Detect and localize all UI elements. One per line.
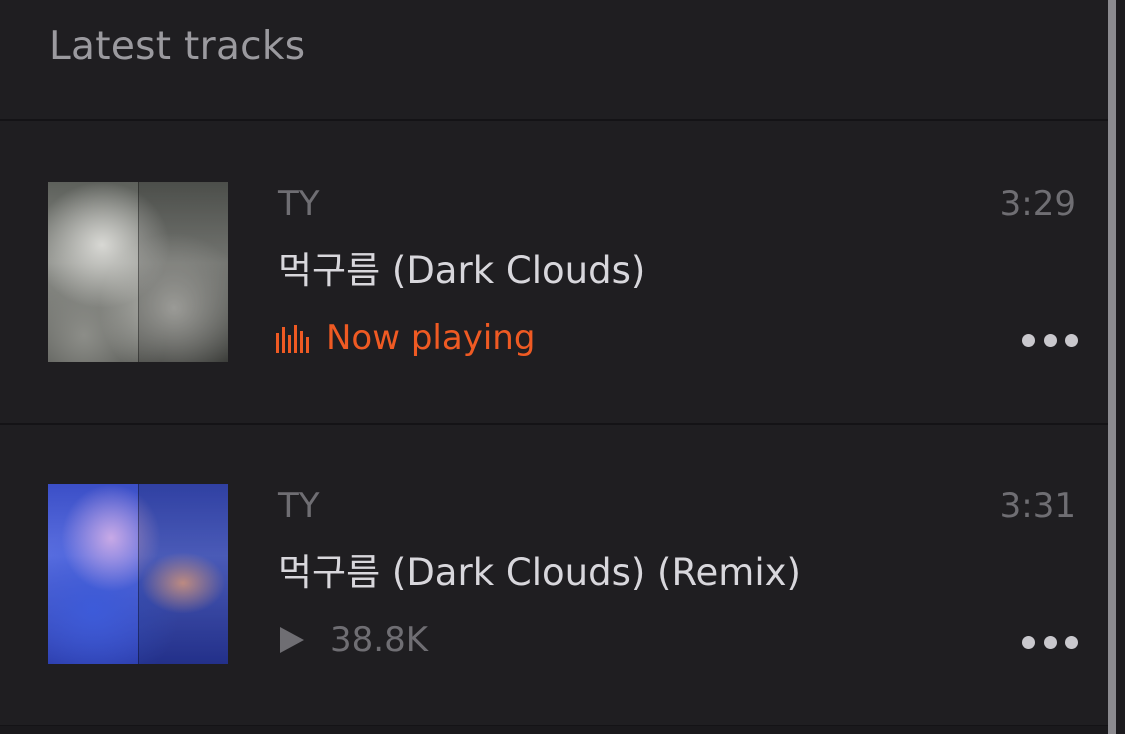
- track-row[interactable]: TY 3:31 먹구름 (Dark Clouds) (Remix) 38.8K: [0, 424, 1108, 727]
- track-artwork[interactable]: [48, 484, 228, 664]
- track-artist[interactable]: TY: [278, 486, 320, 526]
- track-title[interactable]: 먹구름 (Dark Clouds): [278, 240, 645, 294]
- now-playing-status: Now playing: [276, 318, 535, 358]
- track-row[interactable]: TY 3:29 먹구름 (Dark Clouds) Now playing: [0, 122, 1108, 425]
- more-options-dot: [1022, 333, 1035, 347]
- equalizer-icon: [276, 325, 309, 353]
- track-artist[interactable]: TY: [278, 184, 320, 224]
- track-duration: 3:31: [999, 486, 1076, 526]
- more-options-dot: [1022, 635, 1035, 649]
- track-duration: 3:29: [999, 184, 1076, 224]
- artwork-split-overlay: [138, 182, 228, 362]
- latest-tracks-screen: Latest tracks TY 3:29 먹구름 (Dark Clouds) …: [0, 0, 1125, 734]
- track-artwork[interactable]: [48, 182, 228, 362]
- now-playing-label: Now playing: [326, 318, 536, 358]
- play-count: 38.8K: [276, 620, 428, 660]
- scrollbar-thumb[interactable]: [1108, 0, 1116, 734]
- more-options-button[interactable]: [1022, 328, 1078, 352]
- artwork-split-overlay: [138, 484, 228, 664]
- more-options-dot: [1043, 635, 1057, 649]
- more-options-button[interactable]: [1022, 630, 1078, 654]
- bottom-divider: [0, 726, 1108, 734]
- play-icon: [280, 627, 304, 653]
- section-title: Latest tracks: [49, 24, 306, 69]
- more-options-dot: [1065, 635, 1078, 649]
- track-title[interactable]: 먹구름 (Dark Clouds) (Remix): [278, 542, 801, 596]
- play-count-value: 38.8K: [330, 620, 428, 660]
- more-options-dot: [1065, 333, 1078, 347]
- more-options-dot: [1043, 333, 1057, 347]
- section-header: Latest tracks: [0, 0, 1108, 121]
